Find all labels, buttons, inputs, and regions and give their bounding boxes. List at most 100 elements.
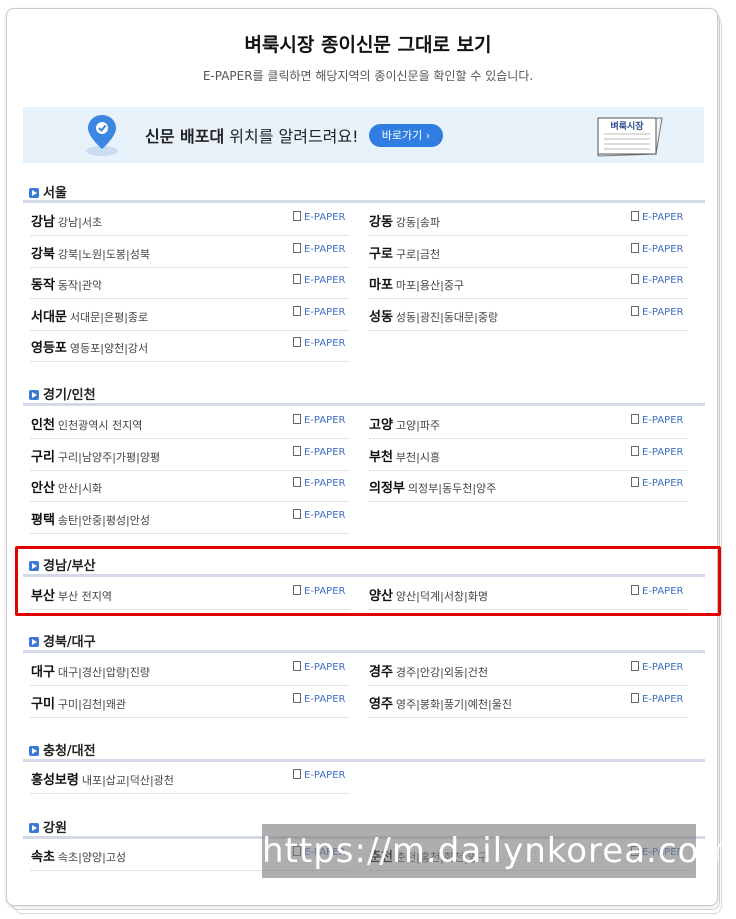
region-name: 홍성보령 bbox=[31, 773, 79, 788]
section-title-text: 경기/인천 bbox=[43, 388, 96, 403]
epaper-link[interactable]: E-PAPER bbox=[631, 211, 683, 223]
epaper-link[interactable]: E-PAPER bbox=[293, 337, 345, 349]
region-name: 구로 bbox=[369, 247, 393, 262]
shortcut-button[interactable]: 바로가기 › bbox=[369, 124, 443, 147]
region-name: 안산 bbox=[31, 481, 55, 496]
region-row: 강동 강동|송파 E-PAPER bbox=[369, 211, 687, 236]
banner-text-rest: 위치를 알려드려요! bbox=[224, 127, 359, 146]
epaper-link[interactable]: E-PAPER bbox=[293, 477, 345, 489]
epaper-label: E-PAPER bbox=[642, 662, 684, 673]
region-areas: 고양|파주 bbox=[395, 419, 441, 432]
region-areas: 영등포|양천|강서 bbox=[69, 342, 149, 355]
section-arrow-icon bbox=[29, 823, 39, 833]
epaper-label: E-PAPER bbox=[304, 212, 346, 223]
region-row: 영주 영주|봉화|풍기|예천|울진 E-PAPER bbox=[369, 693, 687, 718]
highlight-box bbox=[15, 546, 721, 616]
region-row: 성동 성동|광진|동대문|중랑 E-PAPER bbox=[369, 306, 687, 331]
epaper-link[interactable]: E-PAPER bbox=[293, 243, 345, 255]
epaper-link[interactable]: E-PAPER bbox=[631, 274, 683, 286]
region-name: 부천 bbox=[369, 450, 393, 465]
epaper-link[interactable]: E-PAPER bbox=[293, 509, 345, 521]
newspaper-label: 벼룩시장 bbox=[610, 120, 644, 132]
document-icon bbox=[293, 477, 301, 487]
section-arrow-icon bbox=[29, 188, 39, 198]
epaper-label: E-PAPER bbox=[304, 478, 346, 489]
banner-text: 신문 배포대 위치를 알려드려요! bbox=[145, 123, 359, 147]
document-icon bbox=[631, 274, 639, 284]
region-name: 속초 bbox=[31, 850, 55, 865]
epaper-link[interactable]: E-PAPER bbox=[631, 477, 683, 489]
document-icon bbox=[631, 306, 639, 316]
document-icon bbox=[293, 306, 301, 316]
epaper-link[interactable]: E-PAPER bbox=[631, 693, 683, 705]
region-areas: 구리|남양주|가평|양평 bbox=[57, 451, 161, 464]
region-areas: 마포|용산|중구 bbox=[395, 279, 465, 292]
region-areas: 영주|봉화|풍기|예천|울진 bbox=[395, 698, 512, 711]
epaper-label: E-PAPER bbox=[304, 447, 346, 458]
epaper-link[interactable]: E-PAPER bbox=[293, 414, 345, 426]
epaper-link[interactable]: E-PAPER bbox=[293, 274, 345, 286]
epaper-link[interactable]: E-PAPER bbox=[631, 243, 683, 255]
region-areas: 의정부|동두천|양주 bbox=[407, 482, 497, 495]
section-title: 충청/대전 bbox=[29, 740, 96, 759]
region-areas: 인천광역시 전지역 bbox=[57, 419, 143, 432]
document-icon bbox=[293, 769, 301, 779]
region-row: 평택 송탄|안중|평성|안성 E-PAPER bbox=[31, 509, 349, 534]
document-icon bbox=[631, 211, 639, 221]
document-icon bbox=[293, 509, 301, 519]
epaper-link[interactable]: E-PAPER bbox=[293, 211, 345, 223]
region-row: 강북 강북|노원|도봉|성북 E-PAPER bbox=[31, 243, 349, 268]
epaper-link[interactable]: E-PAPER bbox=[631, 446, 683, 458]
region-name: 경주 bbox=[369, 665, 393, 680]
region-row: 구로 구로|금천 E-PAPER bbox=[369, 243, 687, 268]
document-icon bbox=[293, 661, 301, 671]
document-icon bbox=[293, 414, 301, 424]
region-areas: 속초|양양|고성 bbox=[57, 851, 127, 864]
document-icon bbox=[293, 243, 301, 253]
epaper-label: E-PAPER bbox=[642, 478, 684, 489]
section-arrow-icon bbox=[29, 746, 39, 756]
region-areas: 강동|송파 bbox=[395, 216, 441, 229]
region-name: 구미 bbox=[31, 697, 55, 712]
section-title-text: 강원 bbox=[43, 821, 67, 836]
epaper-link[interactable]: E-PAPER bbox=[631, 306, 683, 318]
region-areas: 송탄|안중|평성|안성 bbox=[57, 514, 150, 527]
section-title: 경기/인천 bbox=[29, 384, 96, 403]
epaper-label: E-PAPER bbox=[304, 275, 346, 286]
region-row: 구리 구리|남양주|가평|양평 E-PAPER bbox=[31, 446, 349, 471]
region-areas: 성동|광진|동대문|중랑 bbox=[395, 311, 499, 324]
epaper-label: E-PAPER bbox=[304, 694, 346, 705]
region-areas: 구미|김천|왜관 bbox=[57, 698, 127, 711]
region-row: 영등포 영등포|양천|강서 E-PAPER bbox=[31, 337, 349, 362]
page-subtitle: E-PAPER를 클릭하면 해당지역의 종이신문을 확인할 수 있습니다. bbox=[202, 69, 534, 83]
document-icon bbox=[631, 477, 639, 487]
region-row: 안산 안산|시화 E-PAPER bbox=[31, 477, 349, 502]
region-areas: 대구|경산|압량|진량 bbox=[57, 666, 150, 679]
region-name: 평택 bbox=[31, 513, 55, 528]
region-row: 강남 강남|서초 E-PAPER bbox=[31, 211, 349, 236]
epaper-link[interactable]: E-PAPER bbox=[293, 693, 345, 705]
epaper-link[interactable]: E-PAPER bbox=[631, 661, 683, 673]
epaper-label: E-PAPER bbox=[642, 212, 684, 223]
epaper-label: E-PAPER bbox=[642, 415, 684, 426]
region-row: 부천 부천|시흥 E-PAPER bbox=[369, 446, 687, 471]
watermark: https://m.dailynkorea.com bbox=[262, 824, 732, 878]
document-icon bbox=[293, 693, 301, 703]
epaper-link[interactable]: E-PAPER bbox=[293, 661, 345, 673]
region-row: 인천 인천광역시 전지역 E-PAPER bbox=[31, 414, 349, 439]
document-icon bbox=[293, 337, 301, 347]
epaper-link[interactable]: E-PAPER bbox=[293, 446, 345, 458]
epaper-link[interactable]: E-PAPER bbox=[293, 306, 345, 318]
region-row: 홍성보령 내포|삽교|덕산|광천 E-PAPER bbox=[31, 769, 349, 794]
section-arrow-icon bbox=[29, 637, 39, 647]
region-name: 서대문 bbox=[31, 310, 67, 325]
document-icon bbox=[631, 661, 639, 671]
document-icon bbox=[293, 274, 301, 284]
epaper-label: E-PAPER bbox=[304, 770, 346, 781]
epaper-link[interactable]: E-PAPER bbox=[293, 769, 345, 781]
epaper-link[interactable]: E-PAPER bbox=[631, 414, 683, 426]
section-title-text: 충청/대전 bbox=[43, 744, 96, 759]
region-name: 의정부 bbox=[369, 481, 405, 496]
region-name: 동작 bbox=[31, 278, 55, 293]
region-name: 영주 bbox=[369, 697, 393, 712]
